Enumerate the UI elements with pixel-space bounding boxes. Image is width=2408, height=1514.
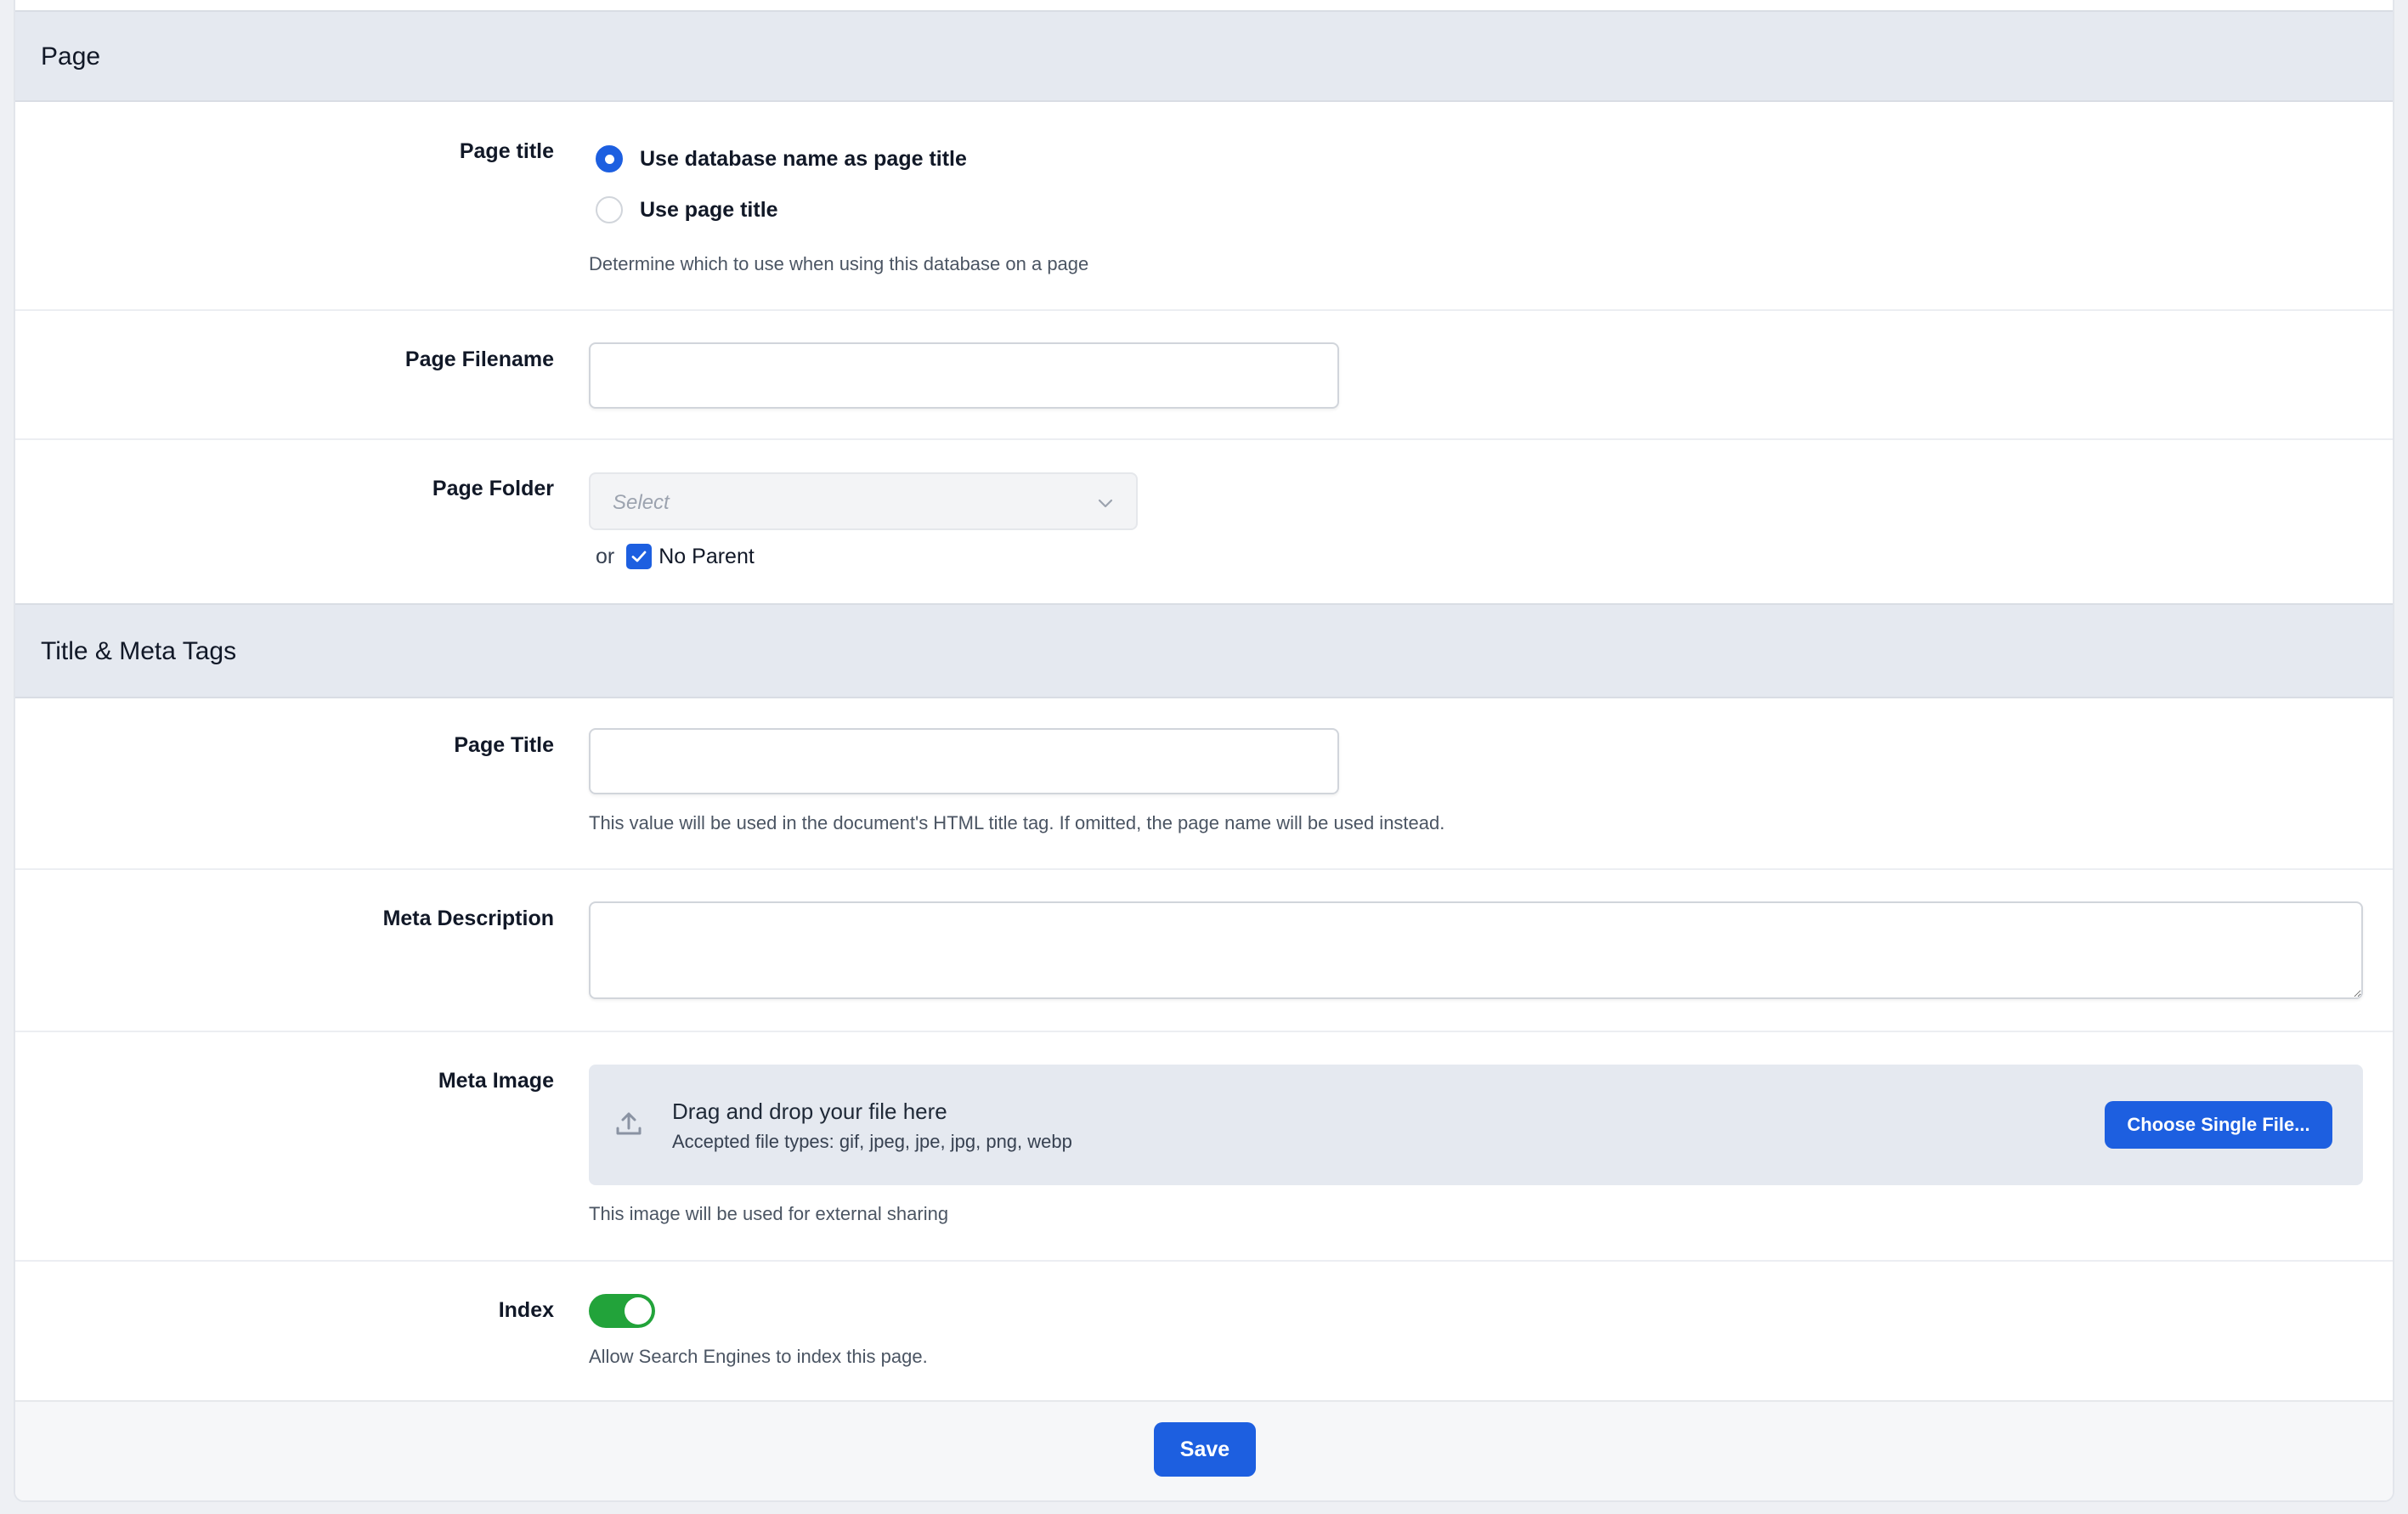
- meta-description-textarea[interactable]: [589, 901, 2363, 999]
- choose-file-button[interactable]: Choose Single File...: [2105, 1101, 2332, 1149]
- chevron-down-icon: [1098, 499, 1113, 508]
- radio-use-database-name[interactable]: Use database name as page title: [596, 145, 967, 172]
- page-filename-label: Page Filename: [404, 347, 554, 371]
- page-folder-select[interactable]: Select: [589, 472, 1138, 530]
- radio-label: Use database name as page title: [640, 146, 967, 171]
- save-button[interactable]: Save: [1154, 1422, 1256, 1477]
- section-header-meta: Title & Meta Tags: [15, 603, 2393, 698]
- meta-page-title-label: Page Title: [454, 733, 554, 757]
- meta-description-label: Meta Description: [382, 907, 554, 930]
- form-footer: Save: [15, 1400, 2393, 1500]
- page-title-help: Determine which to use when using this d…: [589, 253, 1089, 274]
- divider: [15, 1031, 2393, 1032]
- index-label: Index: [498, 1298, 554, 1322]
- divider: [15, 1260, 2393, 1262]
- dropzone-title: Drag and drop your file here: [672, 1099, 947, 1124]
- radio-button-checked[interactable]: [596, 145, 623, 172]
- select-placeholder: Select: [613, 491, 670, 514]
- section-header-page: Page: [15, 10, 2393, 102]
- or-text: or: [596, 544, 615, 568]
- meta-image-label: Meta Image: [438, 1069, 554, 1093]
- page-folder-label: Page Folder: [432, 477, 554, 500]
- divider: [15, 868, 2393, 870]
- radio-label: Use page title: [640, 197, 778, 222]
- index-toggle[interactable]: [589, 1294, 655, 1328]
- page-title-label: Page title: [459, 139, 554, 163]
- dropzone-accepted-types: Accepted file types: gif, jpeg, jpe, jpg…: [672, 1131, 1072, 1152]
- divider: [15, 309, 2393, 311]
- section-title-page: Page: [41, 42, 101, 71]
- no-parent-row: or No Parent: [596, 544, 755, 569]
- index-help: Allow Search Engines to index this page.: [589, 1346, 928, 1367]
- meta-page-title-input[interactable]: [589, 728, 1339, 794]
- radio-button[interactable]: [596, 196, 623, 223]
- radio-use-page-title[interactable]: Use page title: [596, 196, 778, 223]
- toggle-knob: [625, 1297, 652, 1325]
- section-title-meta: Title & Meta Tags: [41, 637, 237, 665]
- meta-image-help: This image will be used for external sha…: [589, 1203, 949, 1224]
- check-icon: [631, 551, 647, 562]
- page-filename-input[interactable]: [589, 342, 1339, 409]
- meta-image-dropzone[interactable]: Drag and drop your file here Accepted fi…: [589, 1065, 2363, 1185]
- no-parent-checkbox[interactable]: [626, 544, 653, 569]
- meta-page-title-help: This value will be used in the document'…: [589, 812, 1445, 833]
- settings-panel: Page Page title Use database name as pag…: [14, 0, 2394, 1502]
- no-parent-label: No Parent: [659, 544, 755, 568]
- divider: [15, 438, 2393, 440]
- upload-icon: [616, 1112, 642, 1135]
